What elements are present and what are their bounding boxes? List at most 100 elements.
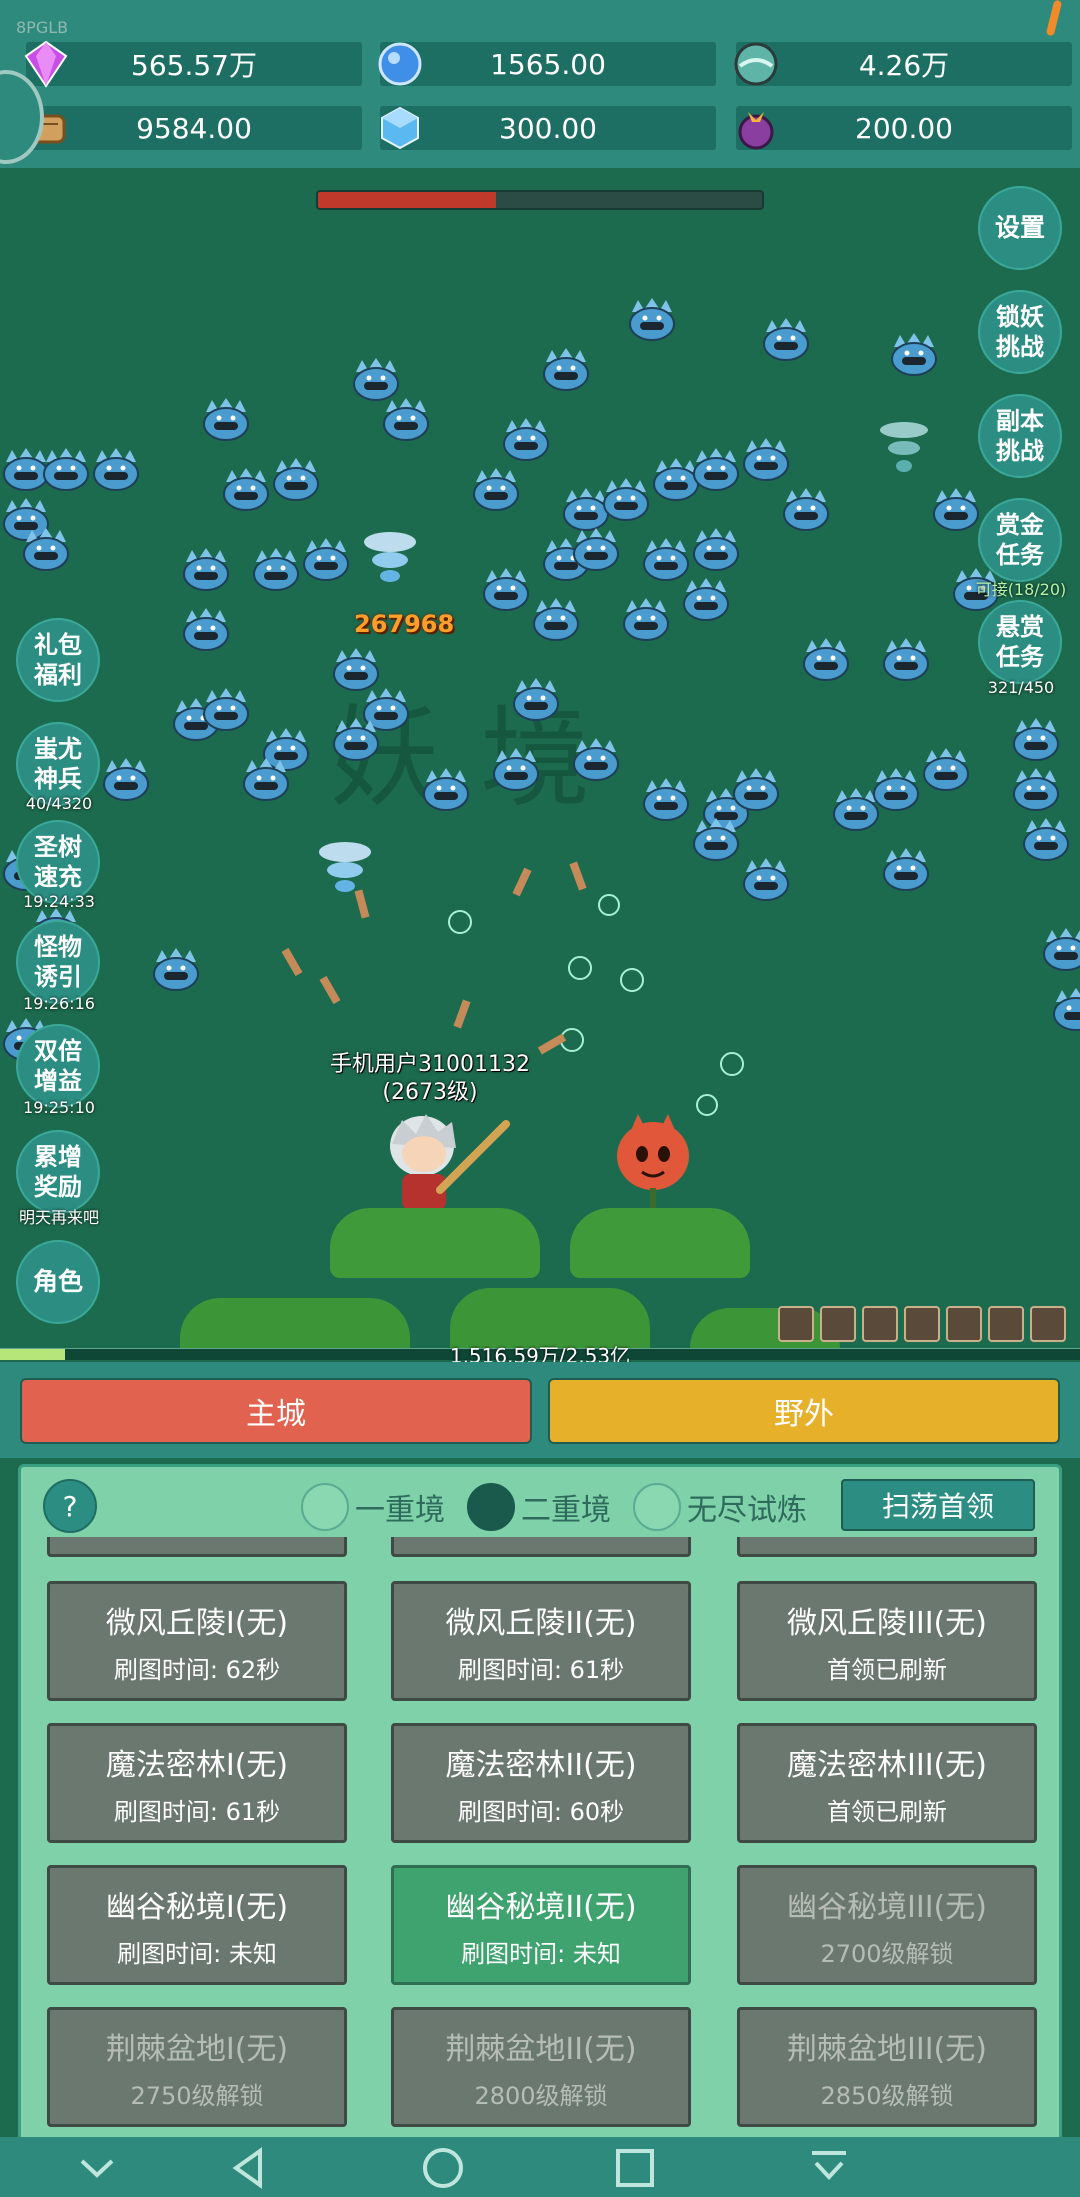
monster-sprite[interactable] <box>300 538 352 582</box>
map-card[interactable]: 幽谷秘境III(无) 2700级解锁 <box>737 1865 1037 1985</box>
monster-sprite[interactable] <box>1020 818 1072 862</box>
tier-radio[interactable] <box>467 1483 515 1531</box>
monster-sprite[interactable] <box>680 578 732 622</box>
monster-sprite[interactable] <box>880 848 932 892</box>
map-card[interactable]: 幽谷秘境II(无) 刷图时间: 未知 <box>391 1865 691 1985</box>
monster-sprite[interactable] <box>760 318 812 362</box>
reward-task-button[interactable]: 悬赏任务 <box>978 600 1062 684</box>
demon-lock-challenge-button[interactable]: 锁妖挑战 <box>978 290 1062 374</box>
map-card[interactable]: 魔法密林III(无) 首领已刷新 <box>737 1723 1037 1843</box>
wild-button[interactable]: 野外 <box>548 1378 1060 1444</box>
monster-sprite[interactable] <box>690 528 742 572</box>
monster-sprite[interactable] <box>690 818 742 862</box>
monster-sprite[interactable] <box>1010 718 1062 762</box>
tier-radio[interactable] <box>301 1483 349 1531</box>
monster-sprite[interactable] <box>350 358 402 402</box>
monster-sprite[interactable] <box>540 348 592 392</box>
monster-sprite[interactable] <box>640 778 692 822</box>
map-card[interactable]: 微风丘陵I(无) 刷图时间: 62秒 <box>47 1581 347 1701</box>
tier-option-3[interactable]: 无尽试炼 <box>633 1483 807 1531</box>
monster-sprite[interactable] <box>330 718 382 762</box>
map-card[interactable]: 荆棘盆地I(无) 2750级解锁 <box>47 2007 347 2127</box>
monster-sprite[interactable] <box>500 418 552 462</box>
monster-sprite[interactable] <box>690 448 742 492</box>
cumulative-reward-button[interactable]: 累增奖励 <box>16 1130 100 1214</box>
monster-sprite[interactable] <box>470 468 522 512</box>
monster-sprite[interactable] <box>626 298 678 342</box>
back-icon[interactable] <box>226 2143 276 2193</box>
monster-sprite[interactable] <box>250 548 302 592</box>
tier-option-2[interactable]: 二重境 <box>467 1483 611 1531</box>
monster-sprite[interactable] <box>888 333 940 377</box>
tier-option-1[interactable]: 一重境 <box>301 1483 445 1531</box>
monster-sprite[interactable] <box>150 948 202 992</box>
monster-sprite[interactable] <box>740 858 792 902</box>
map-card[interactable]: 荆棘盆地III(无) 2850级解锁 <box>737 2007 1037 2127</box>
map-card-partial[interactable] <box>391 1537 691 1557</box>
monster-sprite[interactable] <box>330 648 382 692</box>
monster-sprite[interactable] <box>640 538 692 582</box>
monster-sprite[interactable] <box>620 598 672 642</box>
monster-sprite[interactable] <box>930 488 982 532</box>
monster-sprite[interactable] <box>270 458 322 502</box>
skill-icon[interactable] <box>862 1306 898 1342</box>
monster-sprite[interactable] <box>490 748 542 792</box>
skill-icon[interactable] <box>820 1306 856 1342</box>
monster-sprite[interactable] <box>1040 928 1080 972</box>
monster-sprite[interactable] <box>600 478 652 522</box>
notification-pull-icon[interactable] <box>804 2143 854 2193</box>
monster-sprite[interactable] <box>870 768 922 812</box>
monster-sprite[interactable] <box>40 448 92 492</box>
bounty-task-button[interactable]: 赏金任务 <box>978 498 1062 582</box>
monster-sprite[interactable] <box>920 748 972 792</box>
gift-pack-button[interactable]: 礼包福利 <box>16 618 100 702</box>
tier-radio[interactable] <box>633 1483 681 1531</box>
monster-sprite[interactable] <box>480 568 532 612</box>
double-buff-button[interactable]: 双倍增益 <box>16 1024 100 1108</box>
monster-sprite[interactable] <box>780 488 832 532</box>
map-card[interactable]: 幽谷秘境I(无) 刷图时间: 未知 <box>47 1865 347 1985</box>
sweep-boss-button[interactable]: 扫荡首领 <box>841 1479 1035 1531</box>
monster-sprite[interactable] <box>200 688 252 732</box>
recents-icon[interactable] <box>610 2143 660 2193</box>
monster-sprite[interactable] <box>570 528 622 572</box>
home-icon[interactable] <box>418 2143 468 2193</box>
monster-sprite[interactable] <box>380 398 432 442</box>
monster-sprite[interactable] <box>730 768 782 812</box>
monster-sprite[interactable] <box>220 468 272 512</box>
monster-sprite[interactable] <box>570 738 622 782</box>
monster-sprite[interactable] <box>880 638 932 682</box>
monster-sprite[interactable] <box>530 598 582 642</box>
monster-sprite[interactable] <box>510 678 562 722</box>
monster-sprite[interactable] <box>90 448 142 492</box>
monster-lure-button[interactable]: 怪物诱引 <box>16 920 100 1004</box>
monster-sprite[interactable] <box>20 528 72 572</box>
skill-icon[interactable] <box>946 1306 982 1342</box>
skill-icon[interactable] <box>1030 1306 1066 1342</box>
monster-sprite[interactable] <box>180 548 232 592</box>
skill-icon[interactable] <box>904 1306 940 1342</box>
map-card-partial[interactable] <box>47 1537 347 1557</box>
map-card[interactable]: 微风丘陵III(无) 首领已刷新 <box>737 1581 1037 1701</box>
monster-sprite[interactable] <box>740 438 792 482</box>
monster-sprite[interactable] <box>200 398 252 442</box>
skill-icon[interactable] <box>988 1306 1024 1342</box>
map-card-partial[interactable] <box>737 1537 1037 1557</box>
monster-sprite[interactable] <box>1050 988 1080 1032</box>
monster-sprite[interactable] <box>180 608 232 652</box>
settings-button[interactable]: 设置 <box>978 186 1062 270</box>
map-card[interactable]: 微风丘陵II(无) 刷图时间: 61秒 <box>391 1581 691 1701</box>
monster-sprite[interactable] <box>800 638 852 682</box>
chevron-down-icon[interactable] <box>72 2143 122 2193</box>
map-card[interactable]: 魔法密林I(无) 刷图时间: 61秒 <box>47 1723 347 1843</box>
dungeon-challenge-button[interactable]: 副本挑战 <box>978 394 1062 478</box>
skill-icon[interactable] <box>778 1306 814 1342</box>
monster-sprite[interactable] <box>240 758 292 802</box>
monster-sprite[interactable] <box>1010 768 1062 812</box>
map-card[interactable]: 魔法密林II(无) 刷图时间: 60秒 <box>391 1723 691 1843</box>
help-button[interactable]: ? <box>43 1479 97 1533</box>
city-button[interactable]: 主城 <box>20 1378 532 1444</box>
monster-sprite[interactable] <box>420 768 472 812</box>
character-button[interactable]: 角色 <box>16 1240 100 1324</box>
map-card[interactable]: 荆棘盆地II(无) 2800级解锁 <box>391 2007 691 2127</box>
